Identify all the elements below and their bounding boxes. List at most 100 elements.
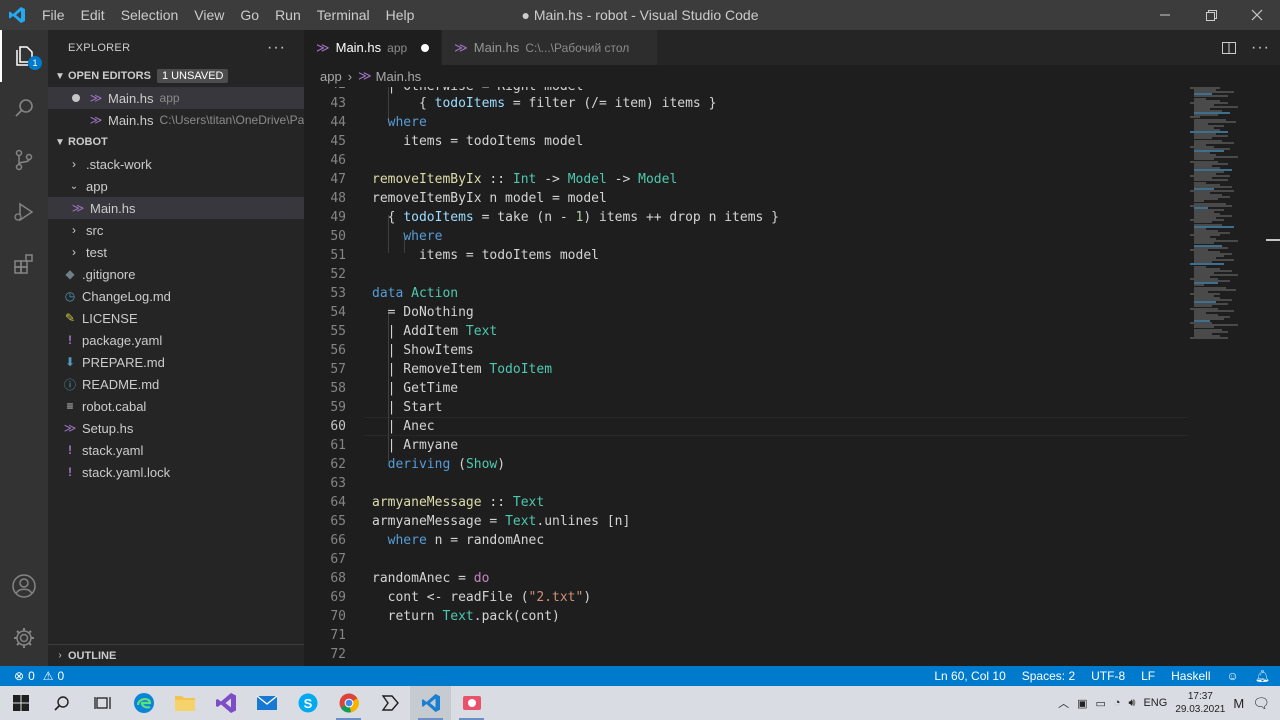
- tab-main-hs-app[interactable]: ≫ Main.hs app: [304, 30, 443, 65]
- breadcrumb-folder[interactable]: app: [320, 69, 342, 84]
- problems-indicator[interactable]: ⊗ 0 ⚠ 0: [0, 669, 64, 683]
- line-number: 53: [330, 286, 346, 301]
- line-number: 58: [330, 381, 346, 396]
- line-number: 56: [330, 343, 346, 358]
- code-line: removeItemByIx :: Int -> Model -> Model: [372, 172, 678, 187]
- menu-file[interactable]: File: [34, 7, 73, 23]
- explorer-header: EXPLORER ···: [48, 30, 304, 65]
- tree-file-robot-cabal[interactable]: ≡ robot.cabal: [48, 395, 304, 417]
- cursor-position[interactable]: Ln 60, Col 10: [934, 669, 1005, 683]
- task-view-button[interactable]: [82, 686, 123, 720]
- start-button[interactable]: [0, 686, 41, 720]
- haskell-file-icon: ≫: [454, 39, 468, 55]
- taskbar-visual-studio[interactable]: [205, 686, 246, 720]
- line-number: 42: [304, 87, 346, 92]
- taskbar-skype[interactable]: S: [287, 686, 328, 720]
- visual-studio-icon: [215, 693, 236, 713]
- manage-activity[interactable]: [0, 612, 48, 664]
- edge-icon: [133, 693, 154, 713]
- menu-go[interactable]: Go: [232, 7, 267, 23]
- menu-help[interactable]: Help: [378, 7, 423, 23]
- tree-file-readme-md[interactable]: ⓘ README.md: [48, 373, 304, 395]
- gear-icon: [14, 628, 34, 648]
- taskbar-snip[interactable]: [451, 686, 492, 720]
- line-number: 43: [330, 96, 346, 111]
- language-mode[interactable]: Haskell: [1171, 669, 1210, 683]
- tab-label: Main.hs: [335, 40, 382, 55]
- search-activity[interactable]: [0, 82, 48, 134]
- minimize-button[interactable]: [1142, 0, 1188, 30]
- unsaved-dot-icon[interactable]: [421, 43, 430, 52]
- code-editor[interactable]: 42 43 44 45 46 47 48 49 50 51 52 53 54 55 56 57 58 59 60 61…: [304, 87, 1280, 666]
- menu-terminal[interactable]: Terminal: [309, 7, 378, 23]
- encoding[interactable]: UTF-8: [1091, 669, 1125, 683]
- taskbar-search-button[interactable]: [41, 686, 82, 720]
- taskbar-file-explorer[interactable]: [164, 686, 205, 720]
- open-editor-item[interactable]: ≫ Main.hs C:\Users\titan\OneDrive\Pa...: [48, 109, 304, 131]
- volume-icon[interactable]: 🔊︎: [1129, 697, 1136, 710]
- menu-view[interactable]: View: [186, 7, 232, 23]
- code-line: | ShowItems: [372, 343, 474, 358]
- notifications-icon[interactable]: 🗨︎: [1252, 695, 1270, 712]
- taskbar-chrome[interactable]: [328, 686, 369, 720]
- taskbar-edge[interactable]: [123, 686, 164, 720]
- tab-main-hs-desktop[interactable]: ≫ Main.hs C:\...\Рабочий стол: [442, 30, 659, 65]
- open-editors-section[interactable]: ▼ OPEN EDITORS 1 UNSAVED: [48, 65, 304, 87]
- tree-file-setup-hs[interactable]: ≫ Setup.hs: [48, 417, 304, 439]
- tree-file-prepare-md[interactable]: ⬇ PREPARE.md: [48, 351, 304, 373]
- tree-folder-src[interactable]: › src: [48, 219, 304, 241]
- breadcrumb-file[interactable]: Main.hs: [376, 69, 422, 84]
- line-number: 71: [330, 628, 346, 643]
- vertical-scrollbar[interactable]: [1266, 87, 1280, 666]
- chevron-up-icon[interactable]: ︿: [1058, 695, 1069, 711]
- device-icon[interactable]: ▣: [1077, 697, 1087, 710]
- tree-folder-app[interactable]: ⌄ app: [48, 175, 304, 197]
- bell-icon[interactable]: 🔔︎: [1255, 669, 1270, 683]
- tree-folder-test[interactable]: › test: [48, 241, 304, 263]
- tree-file-main-hs[interactable]: ≫ Main.hs: [48, 197, 304, 219]
- extensions-activity[interactable]: [0, 238, 48, 290]
- input-language[interactable]: ENG: [1143, 697, 1167, 709]
- menu-edit[interactable]: Edit: [73, 7, 113, 23]
- robot-folder-section[interactable]: ▼ ROBOT: [48, 131, 304, 153]
- tree-folder-stack-work[interactable]: › .stack-work: [48, 153, 304, 175]
- tree-file-package-yaml[interactable]: ! package.yaml: [48, 329, 304, 351]
- more-actions-icon[interactable]: ···: [1251, 39, 1270, 57]
- accounts-activity[interactable]: [0, 560, 48, 612]
- indentation[interactable]: Spaces: 2: [1022, 669, 1075, 683]
- run-debug-activity[interactable]: [0, 186, 48, 238]
- taskbar-vscode[interactable]: [410, 686, 451, 720]
- tree-file-gitignore[interactable]: ◆ .gitignore: [48, 263, 304, 285]
- restore-button[interactable]: [1188, 0, 1234, 30]
- explorer-activity[interactable]: 1: [0, 30, 48, 82]
- status-right: Ln 60, Col 10 Spaces: 2 UTF-8 LF Haskell…: [934, 666, 1270, 686]
- open-editor-item[interactable]: ≫ Main.hs app: [48, 87, 304, 109]
- close-button[interactable]: [1234, 0, 1280, 30]
- haskell-file-icon: ≫: [71, 201, 85, 215]
- search-icon: [53, 696, 69, 711]
- code-line: return Text.pack(cont): [372, 609, 560, 624]
- tree-file-changelog[interactable]: ◷ ChangeLog.md: [48, 285, 304, 307]
- taskbar-app-arrow[interactable]: [369, 686, 410, 720]
- network-icon[interactable]: ◔: [1114, 697, 1121, 709]
- code-line: | Otherwise = Right model: [372, 87, 584, 94]
- meetnow-icon[interactable]: M: [1233, 696, 1244, 711]
- outline-section[interactable]: › OUTLINE: [48, 644, 304, 666]
- battery-icon[interactable]: ▭: [1095, 697, 1105, 710]
- end-of-line[interactable]: LF: [1141, 669, 1155, 683]
- unsaved-dot-icon[interactable]: [68, 90, 84, 106]
- tree-file-stack-yaml[interactable]: ! stack.yaml: [48, 439, 304, 461]
- tree-file-license[interactable]: ✎ LICENSE: [48, 307, 304, 329]
- split-editor-icon[interactable]: [1221, 40, 1237, 56]
- source-control-activity[interactable]: [0, 134, 48, 186]
- clock[interactable]: 17:37 29.03.2021: [1175, 690, 1225, 716]
- feedback-icon[interactable]: ☺: [1227, 669, 1239, 683]
- minimap[interactable]: [1190, 87, 1250, 347]
- windows-taskbar: S ︿ ▣ ▭ ◔ 🔊︎ ENG 17:37 29.03.2021 M 🗨︎: [0, 686, 1280, 720]
- tree-file-stack-yaml-lock[interactable]: ! stack.yaml.lock: [48, 461, 304, 483]
- menu-run[interactable]: Run: [267, 7, 309, 23]
- taskbar-mail[interactable]: [246, 686, 287, 720]
- code-line: = DoNothing: [372, 305, 474, 320]
- more-actions-icon[interactable]: ···: [267, 39, 286, 57]
- menu-selection[interactable]: Selection: [113, 7, 187, 23]
